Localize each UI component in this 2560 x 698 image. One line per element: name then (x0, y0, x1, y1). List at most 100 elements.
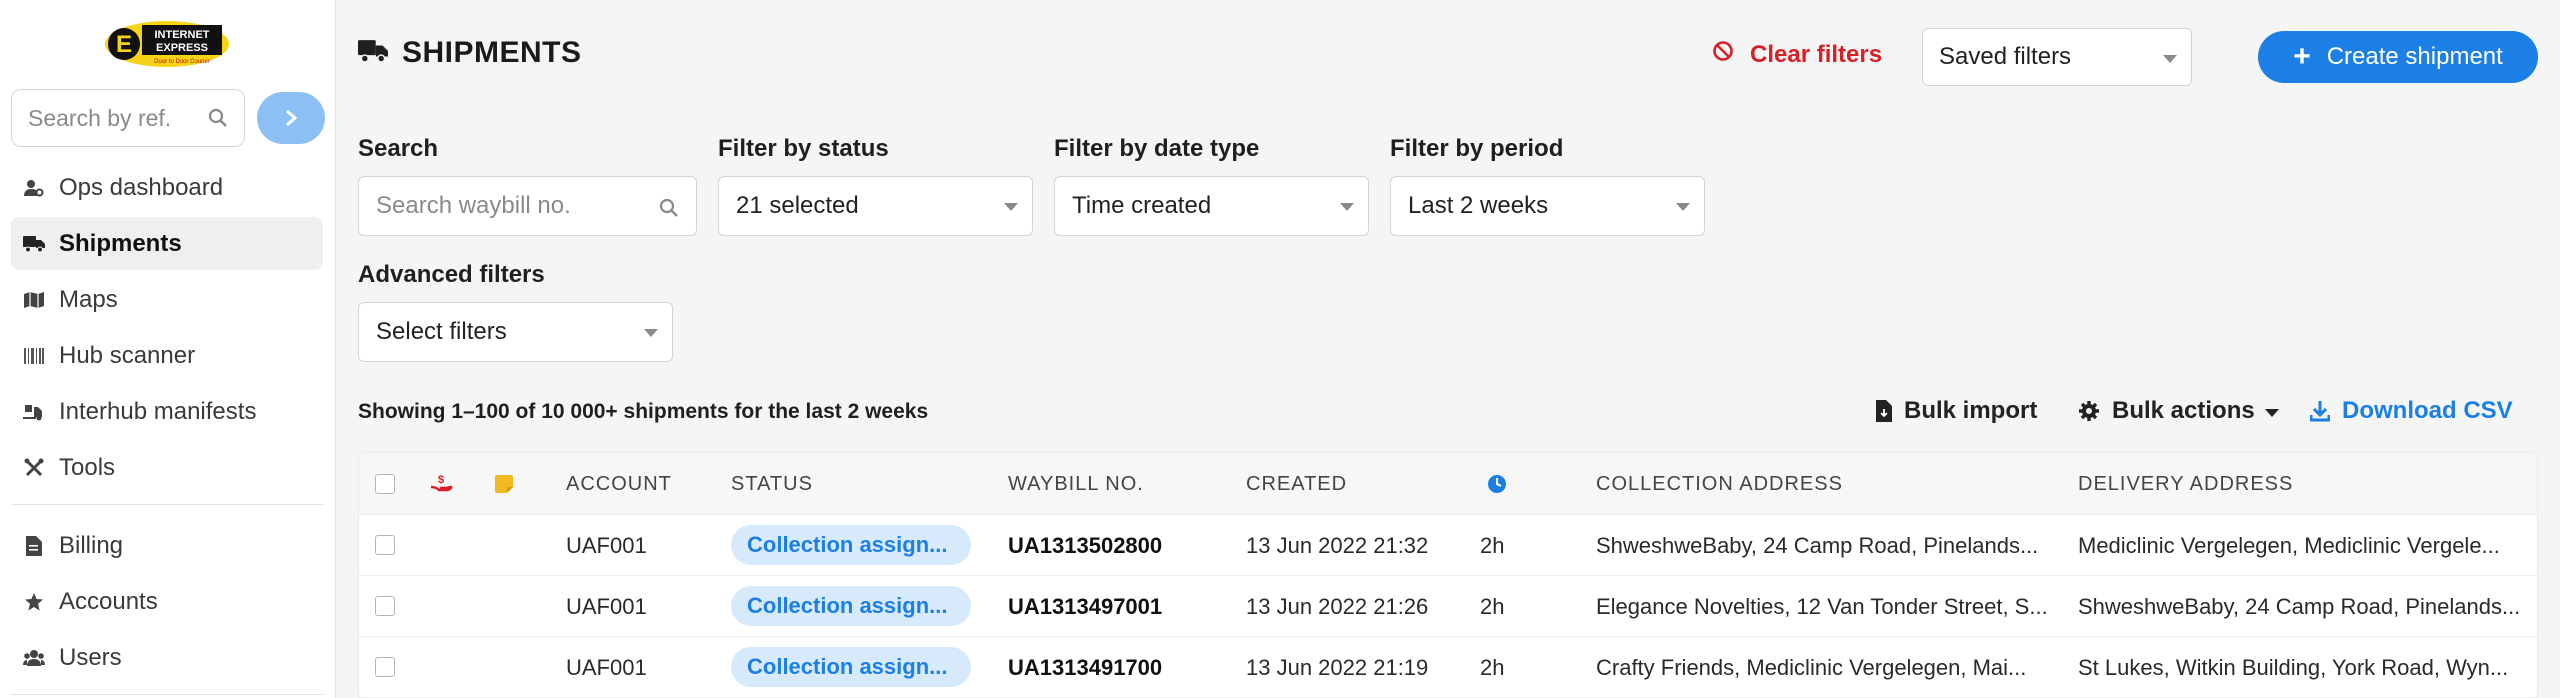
row-checkbox[interactable] (375, 535, 395, 555)
svg-text:$: $ (438, 474, 444, 486)
sidebar-item-maps[interactable]: Maps (11, 273, 323, 326)
tools-icon (23, 457, 45, 479)
invoice-icon (23, 535, 45, 557)
shipments-table: $ ACCOUNT STATUS WAYBILL NO. CREATED COL… (358, 452, 2538, 698)
caret-down-icon (2163, 55, 2177, 63)
sidebar-item-hub-scanner[interactable]: Hub scanner (11, 329, 323, 382)
svg-text:Door to Door Courier: Door to Door Courier (154, 59, 210, 65)
cell-account: UAF001 (566, 533, 647, 558)
sidebar-item-billing[interactable]: Billing (11, 519, 323, 572)
period-filter-select[interactable]: Last 2 weeks (1390, 176, 1705, 236)
sidebar-item-interhub-manifests[interactable]: Interhub manifests (11, 385, 323, 438)
bulk-import-label: Bulk import (1904, 397, 2038, 424)
cell-waybill[interactable]: UA1313497001 (1008, 594, 1162, 620)
ban-icon (1712, 40, 1734, 69)
sidebar-item-label: Ops dashboard (59, 173, 224, 201)
search-icon (659, 197, 679, 225)
clock-icon[interactable] (1487, 474, 1507, 499)
truck-icon (23, 233, 45, 255)
reference-search-input[interactable] (28, 104, 198, 132)
sidebar-item-label: Interhub manifests (59, 397, 257, 425)
saved-filters-select[interactable]: Saved filters (1922, 28, 2192, 86)
star-icon (23, 591, 45, 613)
sidebar-item-label: Tools (59, 453, 116, 481)
cell-collection-address: Elegance Novelties, 12 Van Tonder Street… (1596, 594, 2048, 619)
sidebar-item-shipments[interactable]: Shipments (11, 217, 323, 270)
svg-text:EXPRESS: EXPRESS (156, 42, 208, 54)
download-csv-button[interactable]: Download CSV (2310, 397, 2513, 425)
caret-down-icon (1340, 203, 1354, 211)
cell-delivery-address: ShweshweBaby, 24 Camp Road, Pinelands... (2078, 594, 2521, 619)
bulk-import-button[interactable]: Bulk import (1876, 397, 2037, 425)
column-header-created[interactable]: CREATED (1246, 473, 1347, 496)
advanced-filters-label: Advanced filters (358, 261, 545, 288)
cell-waybill[interactable]: UA1313491700 (1008, 655, 1162, 681)
date-type-filter-label: Filter by date type (1054, 135, 1260, 162)
status-filter-label: Filter by status (718, 135, 889, 162)
advanced-filters-select[interactable]: Select filters (358, 302, 673, 362)
cell-collection-address: ShweshweBaby, 24 Camp Road, Pinelands... (1596, 533, 2039, 558)
nav-divider (11, 694, 323, 695)
table-header: $ ACCOUNT STATUS WAYBILL NO. CREATED COL… (359, 453, 2537, 515)
status-badge: Collection assign... (731, 525, 971, 565)
create-shipment-button[interactable]: + Create shipment (2258, 31, 2538, 83)
column-header-status[interactable]: STATUS (731, 473, 813, 496)
cell-created: 13 Jun 2022 21:32 (1246, 533, 1429, 558)
sidebar-item-accounts[interactable]: Accounts (11, 575, 323, 628)
cell-collection-address: Crafty Friends, Mediclinic Vergelegen, M… (1596, 655, 2027, 680)
caret-down-icon (1004, 203, 1018, 211)
status-filter-select[interactable]: 21 selected (718, 176, 1033, 236)
chevron-right-icon (286, 109, 298, 127)
period-filter-value: Last 2 weeks (1408, 192, 1549, 219)
table-row[interactable]: UAF001 Collection assign... UA1313497001… (359, 576, 2537, 637)
date-type-filter-select[interactable]: Time created (1054, 176, 1369, 236)
cell-account: UAF001 (566, 655, 647, 680)
sidebar-item-label: Accounts (59, 587, 158, 615)
clear-filters-label: Clear filters (1750, 40, 1883, 68)
results-summary: Showing 1–100 of 10 000+ shipments for t… (358, 400, 929, 423)
cell-waybill[interactable]: UA1313502800 (1008, 533, 1162, 559)
caret-down-icon (2264, 397, 2279, 425)
column-header-account[interactable]: ACCOUNT (566, 473, 672, 496)
bulk-actions-label: Bulk actions (2112, 397, 2255, 424)
page-header: SHIPMENTS (358, 36, 582, 70)
waybill-search-input[interactable] (376, 192, 636, 220)
svg-text:E: E (116, 31, 132, 58)
row-checkbox[interactable] (375, 657, 395, 677)
sidebar-item-label: Billing (59, 531, 124, 559)
map-icon (23, 289, 45, 311)
table-row[interactable]: UAF001 Collection assign... UA1313502800… (359, 515, 2537, 576)
table-row[interactable]: UAF001 Collection assign... UA1313491700… (359, 637, 2537, 698)
reference-search (11, 89, 245, 147)
company-logo[interactable]: E INTERNET EXPRESS Door to Door Courier (104, 20, 230, 68)
user-cog-icon (23, 177, 45, 199)
sidebar-item-ops-dashboard[interactable]: Ops dashboard (11, 161, 323, 214)
sidebar-item-users[interactable]: Users (11, 631, 323, 684)
row-checkbox[interactable] (375, 596, 395, 616)
sidebar-item-tools[interactable]: Tools (11, 441, 323, 494)
status-badge: Collection assign... (731, 586, 971, 626)
cell-delivery-address: Mediclinic Vergelegen, Mediclinic Vergel… (2078, 533, 2500, 558)
column-header-delivery-address[interactable]: DELIVERY ADDRESS (2078, 473, 2293, 496)
reference-search-go-button[interactable] (257, 92, 325, 144)
caret-down-icon (644, 329, 658, 337)
clear-filters-button[interactable]: Clear filters (1712, 40, 1882, 69)
waybill-search (358, 176, 697, 236)
cell-created: 13 Jun 2022 21:19 (1246, 655, 1429, 680)
column-header-waybill[interactable]: WAYBILL NO. (1008, 473, 1144, 496)
sidebar-item-label: Shipments (59, 229, 182, 257)
saved-filters-value: Saved filters (1939, 43, 2072, 70)
cell-account: UAF001 (566, 594, 647, 619)
cell-age: 2h (1480, 594, 1505, 619)
users-icon (23, 647, 45, 669)
sidebar-nav: Ops dashboard Shipments Maps Hub scanner… (11, 161, 323, 698)
select-all-checkbox[interactable] (375, 474, 395, 494)
download-csv-label: Download CSV (2342, 397, 2513, 424)
bulk-actions-dropdown[interactable]: Bulk actions (2078, 397, 2279, 425)
truck-icon (358, 38, 388, 69)
period-filter-label: Filter by period (1390, 135, 1564, 162)
barcode-icon (23, 345, 45, 367)
column-header-collection-address[interactable]: COLLECTION ADDRESS (1596, 473, 1843, 496)
search-icon (208, 108, 228, 133)
nav-divider (11, 504, 323, 505)
